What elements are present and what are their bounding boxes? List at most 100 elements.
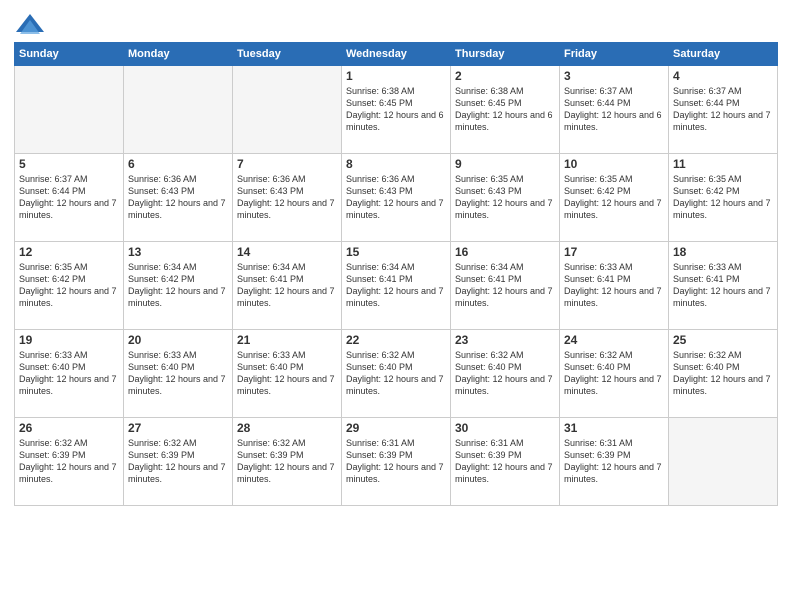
day-number: 17	[564, 245, 664, 259]
logo	[14, 10, 44, 38]
day-number: 22	[346, 333, 446, 347]
calendar-week-4: 26 Sunrise: 6:32 AM Sunset: 6:39 PM Dayli…	[15, 418, 778, 506]
cell-info: Sunrise: 6:37 AM Sunset: 6:44 PM Dayligh…	[564, 85, 664, 134]
cell-info: Sunrise: 6:34 AM Sunset: 6:41 PM Dayligh…	[237, 261, 337, 310]
day-number: 26	[19, 421, 119, 435]
cell-info: Sunrise: 6:34 AM Sunset: 6:42 PM Dayligh…	[128, 261, 228, 310]
day-number: 1	[346, 69, 446, 83]
calendar-cell: 13Sunrise: 6:34 AM Sunset: 6:42 PM Dayli…	[124, 242, 233, 330]
day-number: 29	[346, 421, 446, 435]
day-number: 10	[564, 157, 664, 171]
cell-info: Sunrise: 6:32 AM Sunset: 6:39 PM Dayligh…	[19, 437, 119, 486]
cell-info: Sunrise: 6:33 AM Sunset: 6:40 PM Dayligh…	[19, 349, 119, 398]
calendar-cell: 5 Sunrise: 6:37 AM Sunset: 6:44 PM Daylig…	[15, 154, 124, 242]
calendar-cell: 21Sunrise: 6:33 AM Sunset: 6:40 PM Dayli…	[233, 330, 342, 418]
day-number: 18	[673, 245, 773, 259]
calendar-header-saturday: Saturday	[669, 43, 778, 66]
cell-info: Sunrise: 6:31 AM Sunset: 6:39 PM Dayligh…	[455, 437, 555, 486]
day-number: 15	[346, 245, 446, 259]
calendar-cell: 1 Sunrise: 6:38 AM Sunset: 6:45 PM Daylig…	[342, 66, 451, 154]
cell-info: Sunrise: 6:38 AM Sunset: 6:45 PM Dayligh…	[346, 85, 446, 134]
day-number: 11	[673, 157, 773, 171]
calendar-header-wednesday: Wednesday	[342, 43, 451, 66]
calendar-cell: 26 Sunrise: 6:32 AM Sunset: 6:39 PM Dayli…	[15, 418, 124, 506]
calendar-cell: 19 Sunrise: 6:33 AM Sunset: 6:40 PM Dayli…	[15, 330, 124, 418]
day-number: 8	[346, 157, 446, 171]
calendar-header-friday: Friday	[560, 43, 669, 66]
calendar-cell: 24Sunrise: 6:32 AM Sunset: 6:40 PM Dayli…	[560, 330, 669, 418]
calendar-header-monday: Monday	[124, 43, 233, 66]
calendar-cell: 14 Sunrise: 6:34 AM Sunset: 6:41 PM Dayli…	[233, 242, 342, 330]
cell-info: Sunrise: 6:37 AM Sunset: 6:44 PM Dayligh…	[19, 173, 119, 222]
calendar-week-2: 12 Sunrise: 6:35 AM Sunset: 6:42 PM Dayli…	[15, 242, 778, 330]
cell-info: Sunrise: 6:34 AM Sunset: 6:41 PM Dayligh…	[455, 261, 555, 310]
calendar-cell: 3 Sunrise: 6:37 AM Sunset: 6:44 PM Daylig…	[560, 66, 669, 154]
day-number: 16	[455, 245, 555, 259]
calendar-cell	[15, 66, 124, 154]
calendar-cell: 18 Sunrise: 6:33 AM Sunset: 6:41 PM Dayli…	[669, 242, 778, 330]
calendar-cell	[124, 66, 233, 154]
day-number: 19	[19, 333, 119, 347]
calendar-cell: 25 Sunrise: 6:32 AM Sunset: 6:40 PM Dayli…	[669, 330, 778, 418]
calendar-cell: 31Sunrise: 6:31 AM Sunset: 6:39 PM Dayli…	[560, 418, 669, 506]
calendar-cell: 8 Sunrise: 6:36 AM Sunset: 6:43 PM Daylig…	[342, 154, 451, 242]
calendar-cell: 6 Sunrise: 6:36 AM Sunset: 6:43 PM Daylig…	[124, 154, 233, 242]
day-number: 9	[455, 157, 555, 171]
calendar-cell: 23 Sunrise: 6:32 AM Sunset: 6:40 PM Dayli…	[451, 330, 560, 418]
day-number: 5	[19, 157, 119, 171]
day-number: 14	[237, 245, 337, 259]
cell-info: Sunrise: 6:32 AM Sunset: 6:39 PM Dayligh…	[237, 437, 337, 486]
calendar-cell: 30Sunrise: 6:31 AM Sunset: 6:39 PM Dayli…	[451, 418, 560, 506]
cell-info: Sunrise: 6:36 AM Sunset: 6:43 PM Dayligh…	[128, 173, 228, 222]
cell-info: Sunrise: 6:38 AM Sunset: 6:45 PM Dayligh…	[455, 85, 555, 134]
calendar-cell: 9 Sunrise: 6:35 AM Sunset: 6:43 PM Daylig…	[451, 154, 560, 242]
calendar-cell: 11 Sunrise: 6:35 AM Sunset: 6:42 PM Dayli…	[669, 154, 778, 242]
cell-info: Sunrise: 6:31 AM Sunset: 6:39 PM Dayligh…	[564, 437, 664, 486]
calendar-cell	[233, 66, 342, 154]
calendar-cell: 28Sunrise: 6:32 AM Sunset: 6:39 PM Dayli…	[233, 418, 342, 506]
calendar-cell: 10 Sunrise: 6:35 AM Sunset: 6:42 PM Dayli…	[560, 154, 669, 242]
calendar-header-tuesday: Tuesday	[233, 43, 342, 66]
cell-info: Sunrise: 6:35 AM Sunset: 6:42 PM Dayligh…	[19, 261, 119, 310]
cell-info: Sunrise: 6:32 AM Sunset: 6:40 PM Dayligh…	[455, 349, 555, 398]
calendar-cell: 16 Sunrise: 6:34 AM Sunset: 6:41 PM Dayli…	[451, 242, 560, 330]
cell-info: Sunrise: 6:32 AM Sunset: 6:40 PM Dayligh…	[673, 349, 773, 398]
calendar-week-0: 1 Sunrise: 6:38 AM Sunset: 6:45 PM Daylig…	[15, 66, 778, 154]
cell-info: Sunrise: 6:33 AM Sunset: 6:41 PM Dayligh…	[673, 261, 773, 310]
cell-info: Sunrise: 6:33 AM Sunset: 6:40 PM Dayligh…	[128, 349, 228, 398]
day-number: 21	[237, 333, 337, 347]
cell-info: Sunrise: 6:34 AM Sunset: 6:41 PM Dayligh…	[346, 261, 446, 310]
calendar-week-3: 19 Sunrise: 6:33 AM Sunset: 6:40 PM Dayli…	[15, 330, 778, 418]
calendar-cell: 17 Sunrise: 6:33 AM Sunset: 6:41 PM Dayli…	[560, 242, 669, 330]
calendar-cell: 27Sunrise: 6:32 AM Sunset: 6:39 PM Dayli…	[124, 418, 233, 506]
cell-info: Sunrise: 6:36 AM Sunset: 6:43 PM Dayligh…	[346, 173, 446, 222]
calendar-table: SundayMondayTuesdayWednesdayThursdayFrid…	[14, 42, 778, 506]
calendar-cell: 15 Sunrise: 6:34 AM Sunset: 6:41 PM Dayli…	[342, 242, 451, 330]
day-number: 6	[128, 157, 228, 171]
day-number: 4	[673, 69, 773, 83]
cell-info: Sunrise: 6:32 AM Sunset: 6:39 PM Dayligh…	[128, 437, 228, 486]
cell-info: Sunrise: 6:35 AM Sunset: 6:42 PM Dayligh…	[564, 173, 664, 222]
calendar-header-row: SundayMondayTuesdayWednesdayThursdayFrid…	[15, 43, 778, 66]
day-number: 23	[455, 333, 555, 347]
calendar-cell: 7Sunrise: 6:36 AM Sunset: 6:43 PM Daylig…	[233, 154, 342, 242]
day-number: 25	[673, 333, 773, 347]
cell-info: Sunrise: 6:35 AM Sunset: 6:43 PM Dayligh…	[455, 173, 555, 222]
cell-info: Sunrise: 6:35 AM Sunset: 6:42 PM Dayligh…	[673, 173, 773, 222]
logo-icon	[16, 10, 44, 38]
cell-info: Sunrise: 6:37 AM Sunset: 6:44 PM Dayligh…	[673, 85, 773, 134]
day-number: 12	[19, 245, 119, 259]
calendar-cell: 2 Sunrise: 6:38 AM Sunset: 6:45 PM Daylig…	[451, 66, 560, 154]
day-number: 20	[128, 333, 228, 347]
calendar-cell	[669, 418, 778, 506]
calendar-week-1: 5 Sunrise: 6:37 AM Sunset: 6:44 PM Daylig…	[15, 154, 778, 242]
cell-info: Sunrise: 6:33 AM Sunset: 6:41 PM Dayligh…	[564, 261, 664, 310]
day-number: 24	[564, 333, 664, 347]
calendar-cell: 20 Sunrise: 6:33 AM Sunset: 6:40 PM Dayli…	[124, 330, 233, 418]
calendar-cell: 4 Sunrise: 6:37 AM Sunset: 6:44 PM Daylig…	[669, 66, 778, 154]
day-number: 2	[455, 69, 555, 83]
day-number: 3	[564, 69, 664, 83]
cell-info: Sunrise: 6:32 AM Sunset: 6:40 PM Dayligh…	[346, 349, 446, 398]
cell-info: Sunrise: 6:36 AM Sunset: 6:43 PM Dayligh…	[237, 173, 337, 222]
cell-info: Sunrise: 6:31 AM Sunset: 6:39 PM Dayligh…	[346, 437, 446, 486]
